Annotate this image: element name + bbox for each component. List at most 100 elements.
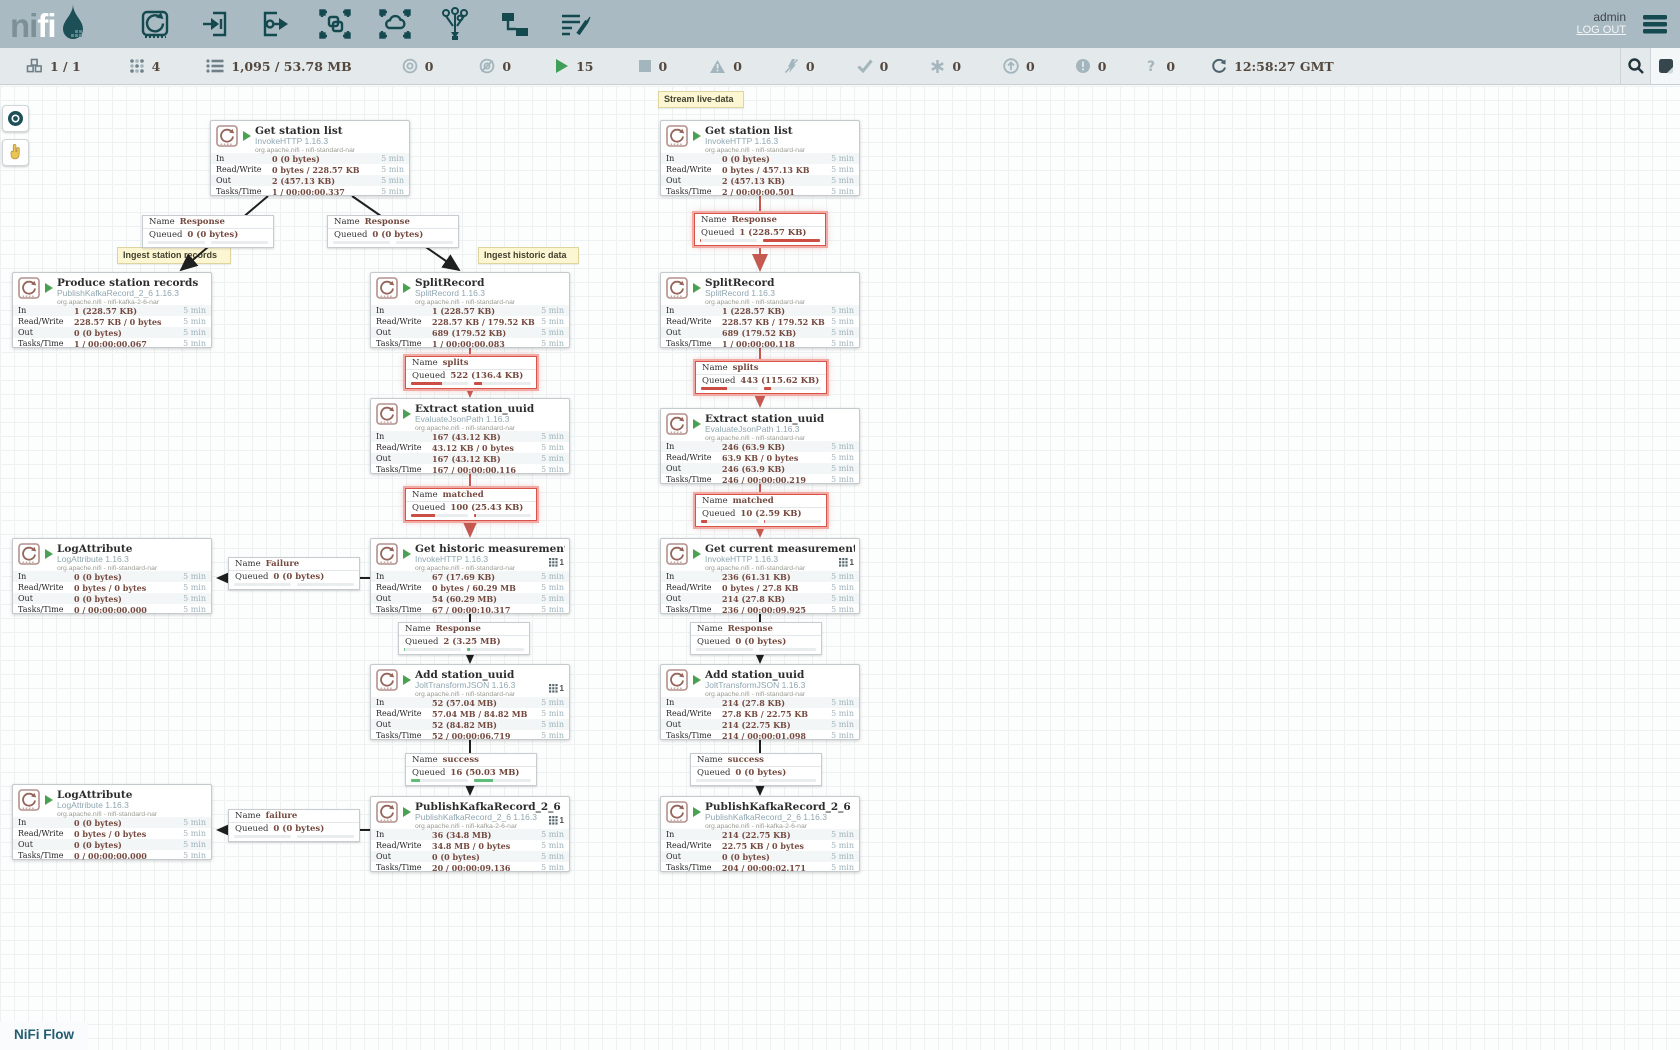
- nifi-logo: nifi: [10, 3, 88, 46]
- active-threads-badge: 1: [549, 684, 564, 693]
- stat-label: In: [666, 698, 722, 707]
- conn-response-right-2[interactable]: Name Response Queued 0 (0 bytes): [690, 622, 822, 655]
- current-user: admin: [1576, 11, 1626, 24]
- stat-window: 5 min: [831, 605, 854, 614]
- stat-label: In: [666, 572, 722, 581]
- template-icon[interactable]: [498, 7, 532, 41]
- conn-response-mid[interactable]: Name Response Queued 2 (3.25 MB): [398, 622, 530, 655]
- processor-bundle: org.apache.nifi - nifi-standard-nar: [415, 424, 534, 433]
- flow-canvas[interactable]: Stream live-data Ingest station records In…: [0, 86, 1680, 1050]
- hamburger-icon[interactable]: [1640, 7, 1670, 41]
- processor-extract-station-uuid-mid[interactable]: Extract station_uuid EvaluateJsonPath 1.…: [370, 398, 570, 474]
- processor-logattribute-bottom[interactable]: LogAttribute LogAttribute 1.16.3 org.apa…: [12, 784, 212, 860]
- queued-label: Queued: [334, 230, 367, 240]
- conn-success-right[interactable]: Name success Queued 0 (0 bytes): [690, 753, 822, 786]
- processor-get-station-list-right[interactable]: Get station list InvokeHTTP 1.16.3 org.a…: [660, 120, 860, 196]
- processor-header: Extract station_uuid EvaluateJsonPath 1.…: [661, 409, 859, 441]
- processor-stat-row: Tasks/Time 20 / 00:00:09.136 5 min: [371, 862, 569, 873]
- processor-get-historic-measurements[interactable]: Get historic measurements InvokeHTTP 1.1…: [370, 538, 570, 614]
- processor-publishkafka-right[interactable]: PublishKafkaRecord_2_6 PublishKafkaRecor…: [660, 796, 860, 872]
- stat-value: 0 (0 bytes): [722, 154, 831, 164]
- connection-queued-row: Queued 16 (50.03 MB): [406, 767, 536, 779]
- conn-splits-right[interactable]: Name splits Queued 443 (115.62 KB): [695, 361, 827, 394]
- conn-matched-right[interactable]: Name matched Queued 10 (2.59 KB): [695, 494, 827, 527]
- conn-response-left-2[interactable]: Name Response Queued 0 (0 bytes): [327, 215, 459, 248]
- processor-get-current-measurement[interactable]: Get current measurement InvokeHTTP 1.16.…: [660, 538, 860, 614]
- processor-splitrecord-right[interactable]: SplitRecord SplitRecord 1.16.3 org.apach…: [660, 272, 860, 348]
- sticky-label[interactable]: Stream live-data: [658, 91, 744, 108]
- queued-value: 2 (3.25 MB): [443, 637, 500, 647]
- nifi-drop-icon: [58, 3, 88, 46]
- warning-triangle-icon: [709, 59, 726, 74]
- processor-stamp-icon: [376, 543, 398, 565]
- processor-add-station-uuid-mid[interactable]: Add station_uuid JoltTransformJSON 1.16.…: [370, 664, 570, 740]
- processor-logattribute-top[interactable]: LogAttribute LogAttribute 1.16.3 org.apa…: [12, 538, 212, 614]
- connection-name-row: Name Response: [399, 623, 529, 636]
- processor-publishkafka-mid[interactable]: PublishKafkaRecord_2_6 PublishKafkaRecor…: [370, 796, 570, 872]
- refresh-icon[interactable]: [1211, 58, 1227, 74]
- running-triangle-icon: [693, 675, 701, 685]
- connection-queued-row: Queued 522 (136.4 KB): [406, 370, 536, 382]
- stat-label: Tasks/Time: [666, 187, 722, 196]
- stat-label: In: [666, 154, 722, 163]
- name-label: Name: [405, 624, 431, 634]
- processor-bundle: org.apache.nifi - nifi-kafka-2-6-nar: [705, 822, 851, 831]
- processor-icon[interactable]: [138, 7, 172, 41]
- processor-stat-row: Out 0 (0 bytes) 5 min: [13, 327, 211, 338]
- navigate-palette[interactable]: [2, 105, 29, 132]
- stat-value: 0 (0 bytes): [74, 818, 183, 828]
- name-label: Name: [235, 559, 261, 569]
- search-icon[interactable]: [1620, 48, 1650, 84]
- conn-success-mid[interactable]: Name success Queued 16 (50.03 MB): [405, 753, 537, 786]
- processor-stamp-icon: [18, 277, 40, 299]
- arrow-up-circle-icon: [1003, 58, 1019, 74]
- connection-name: matched: [443, 490, 484, 500]
- last-refresh[interactable]: 12:58:27 GMT: [1211, 58, 1334, 74]
- connection-queued-row: Queued 2 (3.25 MB): [399, 636, 529, 648]
- queued-value: 1 (228.57 KB): [739, 228, 806, 238]
- processor-header: SplitRecord SplitRecord 1.16.3 org.apach…: [371, 273, 569, 305]
- processor-produce-station-records[interactable]: Produce station records PublishKafkaReco…: [12, 272, 212, 348]
- funnel-icon[interactable]: [438, 7, 472, 41]
- stat-window: 5 min: [831, 475, 854, 484]
- operate-palette[interactable]: [2, 139, 29, 166]
- status-value: 0: [1166, 59, 1175, 74]
- logout-link[interactable]: LOG OUT: [1576, 24, 1626, 37]
- input-port-icon[interactable]: [198, 7, 232, 41]
- breadcrumb[interactable]: NiFi Flow: [0, 1021, 88, 1050]
- processor-stat-row: Read/Write 57.04 MB / 84.82 MB 5 min: [371, 708, 569, 719]
- conn-response-right[interactable]: Name Response Queued 1 (228.57 KB): [694, 213, 826, 246]
- processor-extract-station-uuid-right[interactable]: Extract station_uuid EvaluateJsonPath 1.…: [660, 408, 860, 484]
- output-port-icon[interactable]: [258, 7, 292, 41]
- processor-splitrecord-mid[interactable]: SplitRecord SplitRecord 1.16.3 org.apach…: [370, 272, 570, 348]
- connection-queued-row: Queued 0 (0 bytes): [143, 229, 273, 241]
- processor-header: LogAttribute LogAttribute 1.16.3 org.apa…: [13, 785, 211, 817]
- processor-stat-row: Out 246 (63.9 KB) 5 min: [661, 463, 859, 474]
- stat-value: 0 bytes / 228.57 KB: [272, 165, 381, 175]
- size-backpressure-bar: [764, 520, 821, 523]
- size-backpressure-bar: [474, 382, 531, 385]
- status-value: 0: [502, 59, 511, 74]
- processor-header: PublishKafkaRecord_2_6 PublishKafkaRecor…: [661, 797, 859, 829]
- stat-label: Out: [376, 454, 432, 463]
- conn-failure-bottom[interactable]: Name failure Queued 0 (0 bytes): [228, 809, 360, 842]
- label-icon[interactable]: [558, 7, 592, 41]
- conn-failure-top[interactable]: Name Failure Queued 0 (0 bytes): [228, 557, 360, 590]
- stat-window: 5 min: [541, 863, 564, 872]
- processor-add-station-uuid-right[interactable]: Add station_uuid JoltTransformJSON 1.16.…: [660, 664, 860, 740]
- conn-matched-mid[interactable]: Name matched Queued 100 (25.43 KB): [405, 488, 537, 521]
- stat-value: 214 (27.8 KB): [722, 698, 831, 708]
- conn-response-left-1[interactable]: Name Response Queued 0 (0 bytes): [142, 215, 274, 248]
- processor-header: Extract station_uuid EvaluateJsonPath 1.…: [371, 399, 569, 431]
- process-group-icon[interactable]: [318, 7, 352, 41]
- sticky-label[interactable]: Ingest station records: [117, 247, 231, 264]
- svg-text:?: ?: [1147, 59, 1155, 74]
- object-backpressure-bar: [700, 239, 757, 242]
- sticky-label[interactable]: Ingest historic data: [478, 247, 579, 264]
- queued-label: Queued: [697, 637, 730, 647]
- stat-label: Read/Write: [376, 583, 432, 592]
- conn-splits-mid[interactable]: Name splits Queued 522 (136.4 KB): [405, 356, 537, 389]
- remote-process-group-icon[interactable]: [378, 7, 412, 41]
- processor-get-station-list-left[interactable]: Get station list InvokeHTTP 1.16.3 org.a…: [210, 120, 410, 196]
- panel-toggle-icon[interactable]: [1650, 48, 1680, 84]
